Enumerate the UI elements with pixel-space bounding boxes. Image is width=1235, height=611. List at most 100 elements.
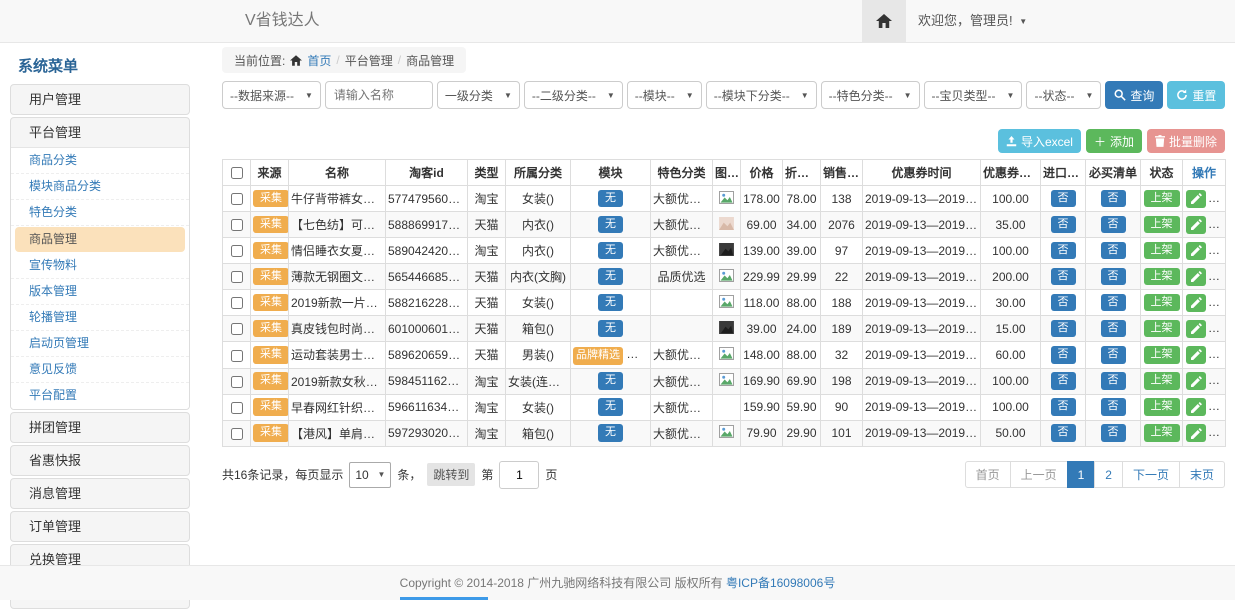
column-header-进口优选: 进口优选 <box>1041 160 1086 186</box>
import-select-toggle[interactable]: 否 <box>1051 216 1076 234</box>
sidebar-item-轮播管理[interactable]: 轮播管理 <box>11 305 189 331</box>
sidebar-item-意见反馈[interactable]: 意见反馈 <box>11 357 189 383</box>
status-select[interactable]: --状态--▼ <box>1026 81 1101 109</box>
user-menu[interactable]: 欢迎您，管理员! ▼ <box>918 0 1027 43</box>
level2-category-select[interactable]: --二级分类--▼ <box>524 81 623 109</box>
edit-button[interactable] <box>1186 190 1206 208</box>
edit-button[interactable] <box>1186 242 1206 260</box>
must-buy-toggle[interactable]: 否 <box>1101 216 1126 234</box>
icp-link[interactable]: 粤ICP备16098006号 <box>726 576 835 590</box>
home-button[interactable] <box>862 0 906 42</box>
sidebar-group-拼团管理[interactable]: 拼团管理 <box>11 413 189 442</box>
status-toggle[interactable]: 上架 <box>1144 320 1180 338</box>
must-buy-toggle[interactable]: 否 <box>1101 320 1126 338</box>
sidebar-item-宣传物料[interactable]: 宣传物料 <box>11 253 189 279</box>
row-checkbox[interactable] <box>231 428 243 440</box>
jump-button[interactable]: 跳转到 <box>427 463 475 486</box>
feature-category-select[interactable]: --特色分类--▼ <box>821 81 920 109</box>
import-select-toggle[interactable]: 否 <box>1051 424 1076 442</box>
edit-button[interactable] <box>1186 320 1206 338</box>
edit-button[interactable] <box>1186 424 1206 442</box>
status-toggle[interactable]: 上架 <box>1144 190 1180 208</box>
sidebar-item-平台配置[interactable]: 平台配置 <box>11 383 189 408</box>
edit-icon <box>1191 193 1202 204</box>
row-checkbox[interactable] <box>231 193 243 205</box>
must-buy-toggle[interactable]: 否 <box>1101 346 1126 364</box>
row-checkbox[interactable] <box>231 402 243 414</box>
sidebar-item-启动页管理[interactable]: 启动页管理 <box>11 331 189 357</box>
sidebar-group-省惠快报[interactable]: 省惠快报 <box>11 446 189 475</box>
edit-button[interactable] <box>1186 398 1206 416</box>
add-button[interactable]: ＋ 添加 <box>1086 129 1142 153</box>
sidebar-group-订单管理[interactable]: 订单管理 <box>11 512 189 541</box>
search-button[interactable]: 查询 <box>1105 81 1163 109</box>
must-buy-toggle[interactable]: 否 <box>1101 424 1126 442</box>
sidebar-item-商品分类[interactable]: 商品分类 <box>11 148 189 174</box>
page-button-1[interactable]: 1 <box>1067 461 1096 488</box>
operations-cell <box>1183 186 1226 212</box>
data-source-select[interactable]: --数据来源--▼ <box>222 81 321 109</box>
sidebar-item-版本管理[interactable]: 版本管理 <box>11 279 189 305</box>
page-button-末页[interactable]: 末页 <box>1179 461 1225 488</box>
coupon-time: 2019-09-13—2019-09-15 <box>863 342 981 369</box>
module-sub-category-select[interactable]: --模块下分类--▼ <box>706 81 817 109</box>
status-toggle[interactable]: 上架 <box>1144 398 1180 416</box>
edit-button[interactable] <box>1186 372 1206 390</box>
status-toggle[interactable]: 上架 <box>1144 216 1180 234</box>
import-select-toggle[interactable]: 否 <box>1051 372 1076 390</box>
must-buy-toggle[interactable]: 否 <box>1101 294 1126 312</box>
must-buy-toggle[interactable]: 否 <box>1101 398 1126 416</box>
must-buy-toggle[interactable]: 否 <box>1101 190 1126 208</box>
import-select-toggle[interactable]: 否 <box>1051 242 1076 260</box>
edit-button[interactable] <box>1186 268 1206 286</box>
row-checkbox[interactable] <box>231 245 243 257</box>
status-toggle[interactable]: 上架 <box>1144 242 1180 260</box>
edit-button[interactable] <box>1186 346 1206 364</box>
sidebar-group-平台管理[interactable]: 平台管理 <box>11 118 189 147</box>
sidebar-item-商品管理[interactable]: 商品管理 <box>15 227 185 252</box>
page-button-下一页[interactable]: 下一页 <box>1122 461 1180 488</box>
import-select-toggle[interactable]: 否 <box>1051 398 1076 416</box>
module-select[interactable]: --模块--▼ <box>627 81 702 109</box>
import-select-toggle[interactable]: 否 <box>1051 346 1076 364</box>
status-toggle[interactable]: 上架 <box>1144 294 1180 312</box>
import-select-toggle[interactable]: 否 <box>1051 190 1076 208</box>
page-button-首页[interactable]: 首页 <box>965 461 1011 488</box>
name-input[interactable] <box>325 81 433 109</box>
import-excel-button[interactable]: 导入excel <box>998 129 1081 153</box>
sales-count: 101 <box>821 420 863 446</box>
row-checkbox[interactable] <box>231 297 243 309</box>
status-toggle[interactable]: 上架 <box>1144 372 1180 390</box>
product-name: 2019新款一片式系… <box>289 290 386 316</box>
status-toggle[interactable]: 上架 <box>1144 268 1180 286</box>
sidebar-group-消息管理[interactable]: 消息管理 <box>11 479 189 508</box>
must-buy-toggle[interactable]: 否 <box>1101 372 1126 390</box>
edit-button[interactable] <box>1186 294 1206 312</box>
row-checkbox[interactable] <box>231 323 243 335</box>
batch-delete-button[interactable]: 批量删除 <box>1147 129 1225 153</box>
edit-button[interactable] <box>1186 216 1206 234</box>
breadcrumb-home-link[interactable]: 首页 <box>307 52 331 69</box>
status-toggle[interactable]: 上架 <box>1144 424 1180 442</box>
import-select-toggle[interactable]: 否 <box>1051 268 1076 286</box>
item-type-select[interactable]: --宝贝类型--▼ <box>924 81 1023 109</box>
must-buy-toggle[interactable]: 否 <box>1101 242 1126 260</box>
reset-button[interactable]: 重置 <box>1167 81 1225 109</box>
jump-page-input[interactable] <box>499 461 539 489</box>
status-toggle[interactable]: 上架 <box>1144 346 1180 364</box>
import-select-toggle[interactable]: 否 <box>1051 320 1076 338</box>
row-checkbox[interactable] <box>231 219 243 231</box>
page-button-上一页[interactable]: 上一页 <box>1010 461 1068 488</box>
row-checkbox[interactable] <box>231 350 243 362</box>
page-button-2[interactable]: 2 <box>1094 461 1123 488</box>
sidebar-item-模块商品分类[interactable]: 模块商品分类 <box>11 174 189 200</box>
per-page-select[interactable]: 10 ▼ <box>349 462 391 488</box>
sidebar-item-特色分类[interactable]: 特色分类 <box>11 200 189 226</box>
must-buy-toggle[interactable]: 否 <box>1101 268 1126 286</box>
select-all-checkbox[interactable] <box>231 167 243 179</box>
level1-category-select[interactable]: 一级分类▼ <box>437 81 520 109</box>
row-checkbox[interactable] <box>231 376 243 388</box>
import-select-toggle[interactable]: 否 <box>1051 294 1076 312</box>
row-checkbox[interactable] <box>231 271 243 283</box>
sidebar-group-用户管理[interactable]: 用户管理 <box>11 85 189 114</box>
